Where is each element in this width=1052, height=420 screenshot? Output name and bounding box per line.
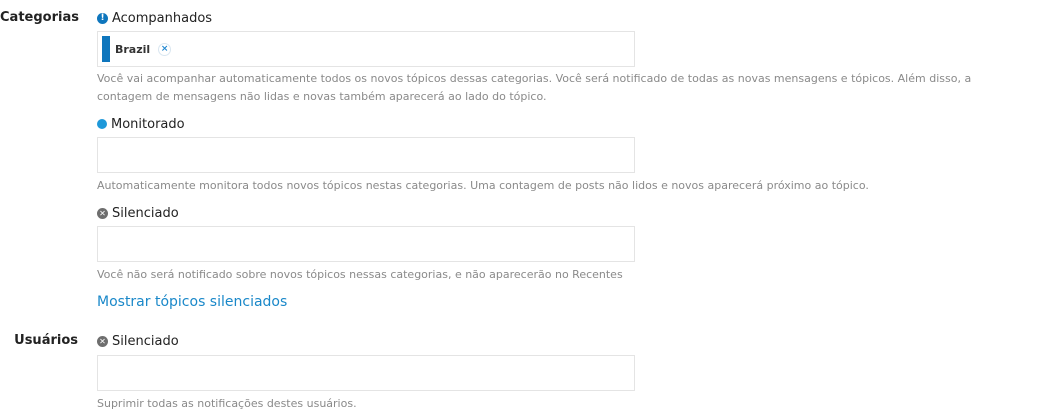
muted-categories-label: ✕ Silenciado	[97, 204, 179, 222]
category-color-badge	[102, 36, 110, 62]
tracking-label-text: Acompanhados	[112, 10, 213, 26]
users-section-label: Usuários	[14, 333, 78, 348]
watching-label: Monitorado	[97, 115, 185, 133]
watching-categories-input[interactable]	[97, 137, 635, 173]
muted-users-input[interactable]	[97, 355, 635, 391]
categories-section-label: Categorias	[0, 10, 79, 25]
tracking-label: ! Acompanhados	[97, 9, 212, 27]
show-muted-topics-link[interactable]: Mostrar tópicos silenciados	[97, 294, 287, 310]
category-chip-label: Brazil	[115, 42, 151, 56]
dot-circle-icon	[97, 119, 107, 129]
muted-categories-input[interactable]	[97, 226, 635, 262]
muted-categories-label-text: Silenciado	[112, 205, 179, 221]
times-circle-icon: ✕	[97, 207, 108, 219]
watching-help-text: Automaticamente monitora todos novos tóp…	[97, 179, 869, 192]
tracking-categories-input[interactable]: Brazil ×	[97, 31, 635, 67]
remove-category-icon[interactable]: ×	[158, 42, 172, 56]
muted-users-help-text: Suprimir todas as notificações destes us…	[97, 397, 357, 410]
muted-users-label: ✕ Silenciado	[97, 332, 179, 350]
muted-categories-help-text: Você não será notificado sobre novos tóp…	[97, 268, 623, 281]
watching-label-text: Monitorado	[111, 116, 185, 132]
info-circle-icon: !	[97, 12, 108, 24]
muted-users-label-text: Silenciado	[112, 333, 179, 349]
tracking-help-text: Você vai acompanhar automaticamente todo…	[97, 72, 972, 103]
category-chip-brazil: Brazil ×	[102, 36, 172, 62]
times-circle-icon: ✕	[97, 335, 108, 347]
